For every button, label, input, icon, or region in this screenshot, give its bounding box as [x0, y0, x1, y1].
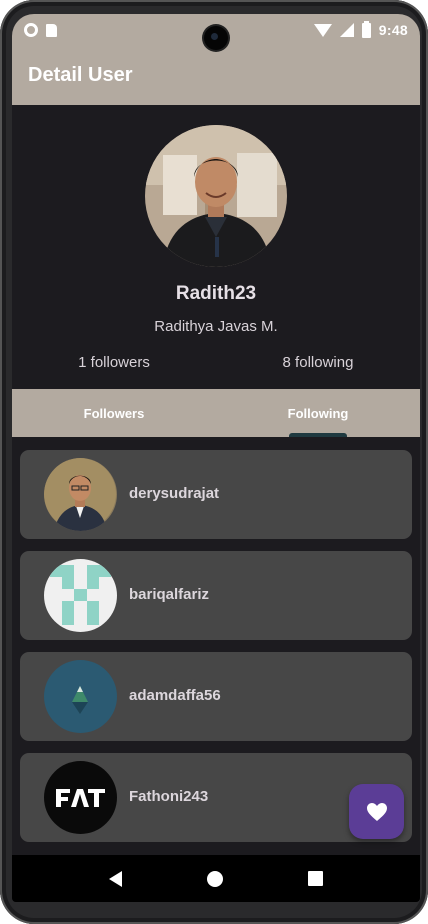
- status-left: [24, 23, 57, 37]
- signal-icon: [339, 23, 354, 37]
- app-bar: Detail User: [12, 46, 420, 105]
- user-avatar: [44, 559, 117, 632]
- battery-icon: [361, 20, 371, 38]
- screen: 9:48 Detail User Radith23 Radithya Javas…: [12, 14, 420, 902]
- tab-following-label: Following: [287, 405, 349, 421]
- favorite-button[interactable]: [349, 784, 404, 839]
- tab-following[interactable]: Following: [216, 389, 420, 437]
- following-count: 8 following: [282, 354, 354, 371]
- settings-dot-icon: [24, 23, 38, 37]
- sim-card-icon: [46, 23, 57, 37]
- followers-count: 1 followers: [78, 354, 150, 371]
- profile-full-name: Radithya Javas M.: [154, 318, 278, 335]
- user-name: adamdaffa56: [129, 687, 221, 704]
- profile-section: Radith23 Radithya Javas M. 1 followers 8…: [12, 105, 420, 389]
- recents-icon[interactable]: [308, 871, 324, 886]
- user-avatar: [44, 458, 117, 531]
- status-time: 9:48: [378, 22, 408, 38]
- user-name: Fathoni243: [129, 788, 209, 805]
- back-icon[interactable]: [108, 870, 122, 887]
- user-avatar: [44, 660, 117, 733]
- heart-icon: [366, 802, 387, 821]
- page-title: Detail User: [28, 64, 133, 86]
- wifi-icon: [313, 23, 332, 37]
- list-item[interactable]: bariqalfariz: [20, 551, 412, 640]
- profile-avatar: [145, 125, 287, 267]
- tab-followers[interactable]: Followers: [12, 389, 216, 437]
- system-nav-bar: [12, 855, 420, 902]
- camera-icon: [204, 26, 228, 50]
- status-right: 9:48: [313, 20, 408, 38]
- device-frame: 9:48 Detail User Radith23 Radithya Javas…: [0, 0, 428, 924]
- list-item[interactable]: derysudrajat: [20, 450, 412, 539]
- home-icon[interactable]: [206, 870, 223, 887]
- user-avatar: [44, 761, 117, 834]
- user-name: bariqalfariz: [129, 586, 210, 603]
- user-name: derysudrajat: [129, 485, 220, 502]
- list-item[interactable]: adamdaffa56: [20, 652, 412, 741]
- tab-followers-label: Followers: [83, 405, 145, 421]
- profile-username: Radith23: [175, 283, 257, 304]
- tab-bar: Followers Following: [12, 389, 420, 437]
